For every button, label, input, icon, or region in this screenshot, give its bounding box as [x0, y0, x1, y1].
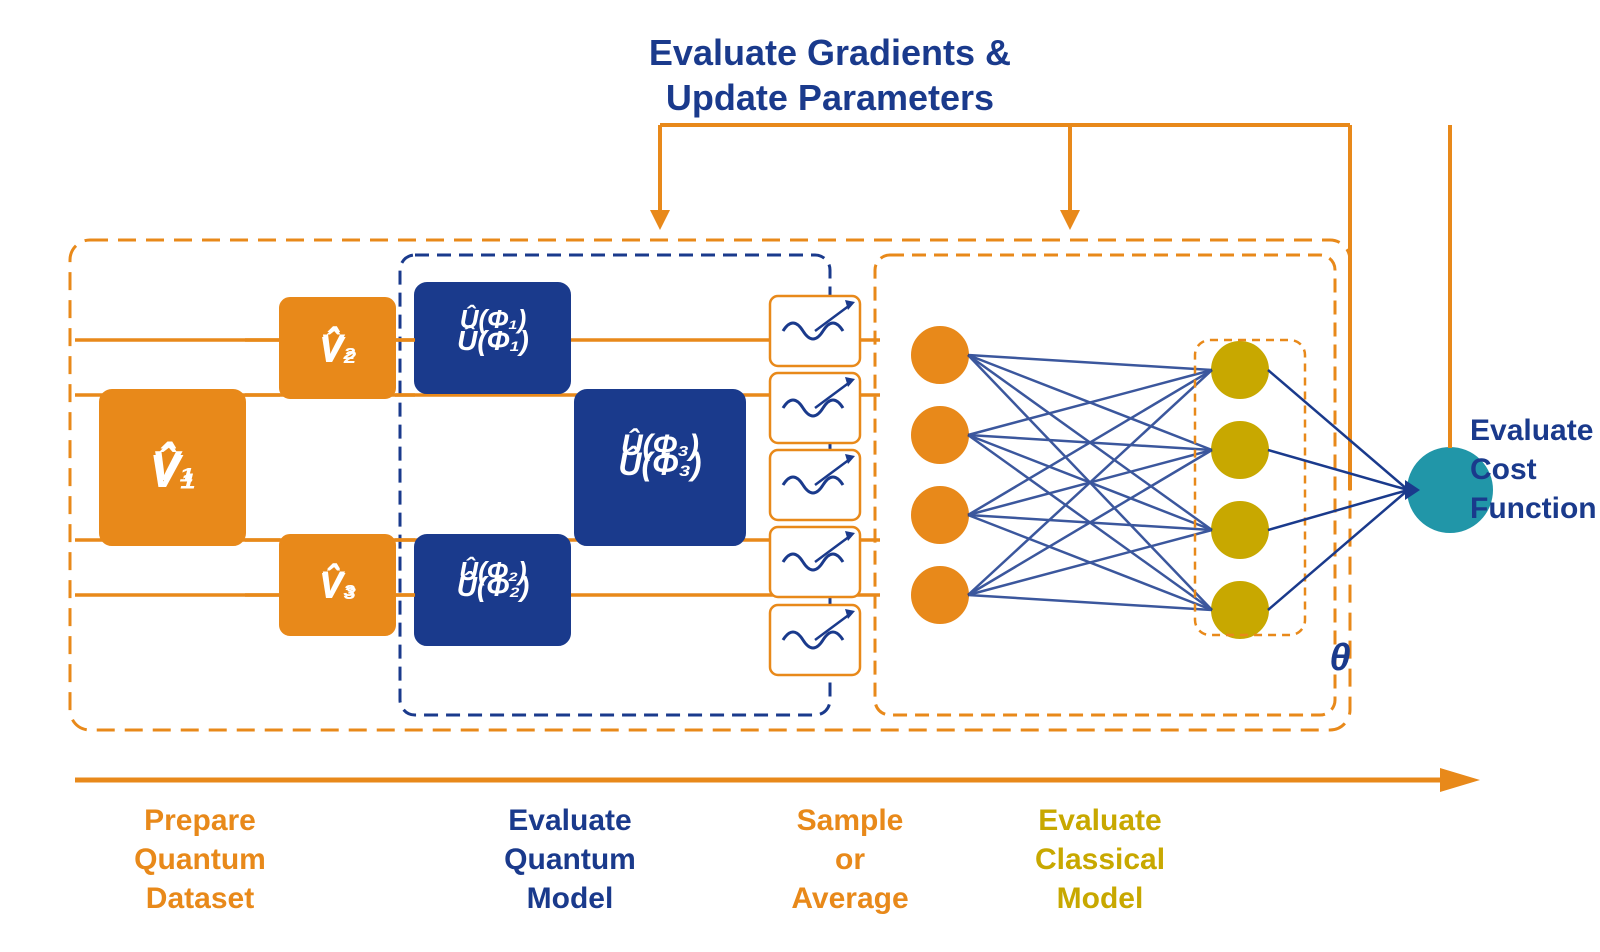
evaluate-gradients-label: Evaluate Gradients &: [649, 32, 1011, 73]
label-quantum-2: Quantum: [504, 843, 636, 876]
label-classical-2: Classical: [1035, 843, 1165, 876]
label-cost-1: Evaluate: [1470, 414, 1593, 447]
label-sample-1: Sample: [797, 804, 904, 837]
nn-input-1: [912, 327, 968, 383]
label-sample-3: Average: [791, 882, 908, 915]
nn-input-3: [912, 487, 968, 543]
nn-input-4: [912, 567, 968, 623]
diagram-container: Evaluate Gradients & Update Parameters: [0, 0, 1600, 952]
nn-output-4: [1212, 582, 1268, 638]
label-prepare-3: Dataset: [146, 882, 254, 915]
theta-label: θ: [1329, 637, 1350, 679]
update-parameters-label: Update Parameters: [666, 77, 994, 118]
label-classical-1: Evaluate: [1038, 804, 1161, 837]
v3-text: V̂₃: [319, 564, 357, 606]
u-phi1-text: Û(Φ₁): [457, 324, 529, 356]
label-prepare-2: Quantum: [134, 843, 266, 876]
v1-text: V̂₁: [150, 444, 197, 497]
nn-output-1: [1212, 342, 1268, 398]
nn-output-3: [1212, 502, 1268, 558]
label-classical-3: Model: [1057, 882, 1144, 915]
label-or: or: [835, 843, 865, 876]
nn-output-2: [1212, 422, 1268, 478]
label-quantum-3: Model: [527, 882, 614, 915]
u-phi2-text: Û(Φ₂): [457, 570, 530, 602]
v2-text: V̂₂: [319, 328, 357, 370]
label-quantum-1: Evaluate: [508, 804, 631, 837]
nn-input-2: [912, 407, 968, 463]
label-cost-2: Cost: [1470, 453, 1537, 486]
label-cost-3: Function: [1470, 492, 1597, 525]
label-prepare-1: Prepare: [144, 804, 256, 837]
u-phi3-text: Û(Φ₃): [618, 446, 701, 482]
